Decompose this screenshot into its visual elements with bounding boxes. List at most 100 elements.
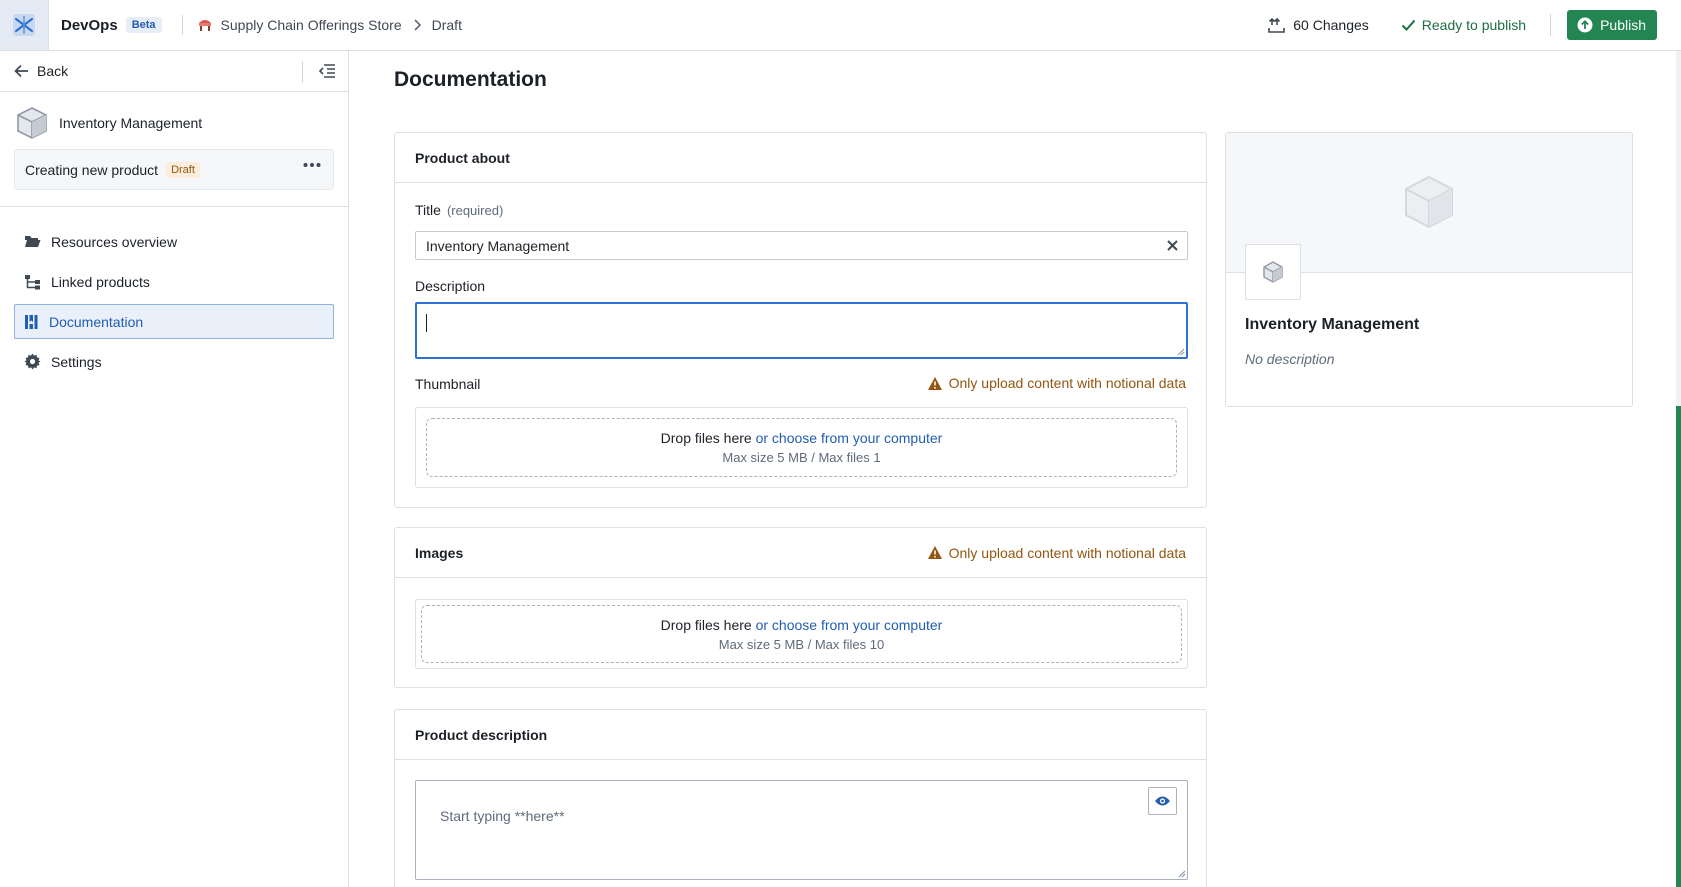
creating-label: Creating new product — [25, 161, 159, 178]
sidebar-item-resources-overview[interactable]: Resources overview — [14, 224, 334, 259]
beta-badge: Beta — [125, 17, 162, 33]
sidebar-nav: Resources overview Linked products Docum… — [0, 224, 348, 379]
required-hint: (required) — [446, 203, 504, 218]
warning-icon — [927, 546, 942, 559]
check-icon — [1401, 19, 1416, 31]
back-label: Back — [37, 63, 69, 79]
changes-button[interactable]: 60 Changes — [1268, 17, 1369, 34]
app-name: DevOps — [61, 16, 118, 34]
clear-icon[interactable] — [1166, 239, 1179, 252]
top-bar: DevOps Beta Supply Chain Offerings Store… — [0, 0, 1681, 51]
hierarchy-icon — [25, 274, 40, 289]
thumbnail-dropzone: Drop files here or choose from your comp… — [415, 407, 1188, 488]
preview-thumbnail — [1245, 244, 1301, 300]
drop-limits: Max size 5 MB / Max files 10 — [718, 637, 885, 652]
top-actions: 60 Changes Ready to publish Publish — [1268, 0, 1681, 50]
thumbnail-drop-area[interactable]: Drop files here or choose from your comp… — [426, 418, 1177, 477]
store-icon — [197, 17, 213, 33]
choose-file-link[interactable]: or choose from your computer — [756, 430, 943, 446]
product-preview-card: Inventory Management No description — [1225, 132, 1633, 407]
ready-status: Ready to publish — [1401, 17, 1526, 33]
description-label: Description — [415, 278, 486, 294]
main-content: Documentation Product about Title (requir… — [350, 51, 1681, 887]
choose-file-link[interactable]: or choose from your computer — [756, 617, 943, 633]
card-title: Product about — [415, 149, 510, 166]
resize-grip-icon[interactable] — [1177, 869, 1186, 878]
sidebar-header: Back — [0, 51, 348, 92]
product-about-card: Product about Title (required) Inventory … — [394, 132, 1207, 508]
description-textarea[interactable] — [415, 302, 1188, 359]
drop-instructions: Drop files here or choose from your comp… — [422, 617, 1181, 633]
arrow-left-icon — [14, 64, 28, 78]
folder-open-icon — [25, 236, 41, 247]
breadcrumb: Supply Chain Offerings Store Draft — [197, 17, 462, 33]
preview-title: Inventory Management — [1245, 316, 1420, 333]
publish-label: Publish — [1600, 17, 1646, 33]
drop-text: Drop files here — [660, 617, 752, 633]
sidebar-item-label: Linked products — [51, 273, 150, 290]
page-title: Documentation — [394, 68, 547, 91]
more-options-icon[interactable] — [303, 162, 321, 168]
card-header: Product about — [395, 133, 1206, 183]
product-name: Inventory Management — [59, 115, 203, 131]
product-description-card: Product description Start typing **here*… — [394, 709, 1207, 887]
divider — [0, 206, 348, 207]
warning-text: Only upload content with notional data — [948, 375, 1186, 391]
resize-grip-icon[interactable] — [1176, 347, 1185, 356]
images-drop-area[interactable]: Drop files here or choose from your comp… — [421, 605, 1182, 663]
divider — [1550, 14, 1552, 36]
title-input-value: Inventory Management — [426, 237, 570, 254]
app-logo[interactable] — [0, 0, 49, 50]
warning-text: Only upload content with notional data — [948, 544, 1186, 561]
chevron-right-icon — [412, 19, 422, 31]
cube-icon — [17, 107, 47, 139]
sidebar-item-settings[interactable]: Settings — [14, 344, 334, 379]
title-label-text: Title — [415, 202, 441, 218]
collapse-sidebar-icon[interactable] — [318, 63, 336, 79]
eye-icon — [1155, 796, 1170, 806]
upload-changes-icon — [1268, 17, 1286, 33]
product-header: Inventory Management — [14, 105, 348, 141]
markdown-editor[interactable]: Start typing **here** — [415, 780, 1188, 880]
title-input[interactable]: Inventory Management — [415, 231, 1188, 260]
text-caret — [426, 314, 427, 332]
changes-label: 60 Changes — [1293, 17, 1369, 33]
card-header: Images Only upload content with notional… — [395, 528, 1206, 578]
draft-tag: Draft — [166, 161, 200, 178]
ready-label: Ready to publish — [1421, 17, 1527, 33]
preview-toggle-button[interactable] — [1148, 787, 1177, 815]
title-label: Title (required) — [415, 202, 503, 218]
scrollbar-thumb[interactable] — [1676, 406, 1681, 887]
book-icon — [25, 314, 38, 329]
notional-data-warning: Only upload content with notional data — [927, 375, 1186, 391]
cube-icon — [1405, 175, 1453, 229]
notional-data-warning: Only upload content with notional data — [927, 545, 1186, 561]
thumbnail-label: Thumbnail — [415, 376, 481, 392]
warning-icon — [927, 376, 942, 390]
drop-instructions: Drop files here or choose from your comp… — [427, 430, 1176, 446]
drop-text: Drop files here — [660, 430, 752, 446]
back-button[interactable]: Back — [14, 63, 68, 79]
breadcrumb-store-link[interactable]: Supply Chain Offerings Store — [221, 17, 402, 33]
divider — [302, 61, 303, 83]
divider — [181, 15, 183, 35]
sidebar-item-documentation[interactable]: Documentation — [14, 304, 334, 339]
scrollbar-track[interactable] — [1676, 51, 1681, 887]
images-card: Images Only upload content with notional… — [394, 527, 1207, 688]
sidebar-item-label: Resources overview — [51, 233, 178, 250]
sidebar: Back Inventory Management Creating new p… — [0, 51, 349, 887]
devops-logo-icon — [13, 14, 35, 36]
creating-product-card: Creating new product Draft — [14, 149, 334, 190]
cube-icon — [1263, 261, 1283, 283]
images-dropzone: Drop files here or choose from your comp… — [415, 599, 1188, 669]
card-header: Product description — [395, 710, 1206, 760]
sidebar-item-label: Settings — [51, 353, 102, 370]
card-title: Images — [415, 544, 464, 561]
drop-limits: Max size 5 MB / Max files 1 — [722, 450, 881, 465]
publish-button[interactable]: Publish — [1567, 10, 1657, 40]
sidebar-item-label: Documentation — [49, 313, 144, 330]
editor-placeholder: Start typing **here** — [440, 808, 565, 824]
sidebar-item-linked-products[interactable]: Linked products — [14, 264, 334, 299]
arrow-up-circle-icon — [1577, 17, 1593, 33]
breadcrumb-draft[interactable]: Draft — [432, 17, 462, 33]
